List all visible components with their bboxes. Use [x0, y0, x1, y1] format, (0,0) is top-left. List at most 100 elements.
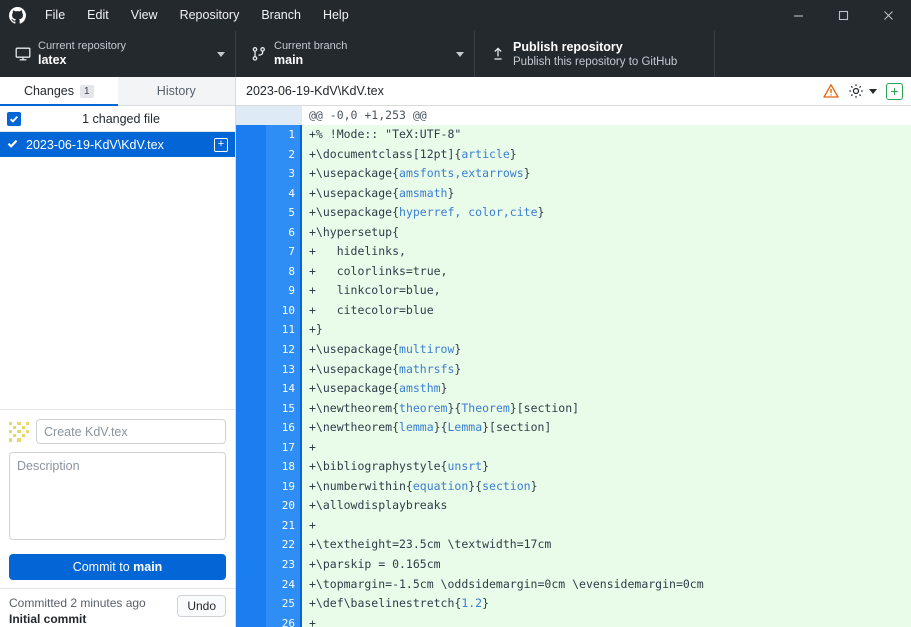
diff-line-row[interactable]: 26+ — [236, 614, 911, 627]
diff-line-row[interactable]: 19+\numberwithin{equation}{section} — [236, 477, 911, 497]
diff-line-number: 26 — [266, 614, 302, 627]
diff-header-icons: + — [823, 83, 903, 100]
sidebar: Changes 1 History 1 changed file 2023-06… — [0, 77, 236, 627]
diff-line-selection-gutter[interactable] — [236, 379, 266, 399]
diff-line-row[interactable]: 1+% !Mode:: "TeX:UTF-8" — [236, 125, 911, 145]
diff-line-selection-gutter[interactable] — [236, 360, 266, 380]
diff-line-selection-gutter[interactable] — [236, 203, 266, 223]
tab-changes[interactable]: Changes 1 — [0, 77, 118, 105]
diff-line-code: +\usepackage{hyperref, color,cite} — [302, 203, 911, 223]
select-all-checkbox[interactable] — [7, 112, 21, 126]
diff-line-row[interactable]: 12+\usepackage{multirow} — [236, 340, 911, 360]
diff-line-selection-gutter[interactable] — [236, 496, 266, 516]
undo-button[interactable]: Undo — [177, 595, 226, 617]
diff-line-row[interactable]: 7+ hidelinks, — [236, 242, 911, 262]
diff-line-selection-gutter[interactable] — [236, 535, 266, 555]
diff-line-selection-gutter[interactable] — [236, 614, 266, 627]
diff-line-row[interactable]: 13+\usepackage{mathrsfs} — [236, 360, 911, 380]
menu-item-branch[interactable]: Branch — [250, 0, 312, 31]
diff-line-row[interactable]: 14+\usepackage{amsthm} — [236, 379, 911, 399]
diff-line-selection-gutter[interactable] — [236, 301, 266, 321]
diff-line-row[interactable]: 18+\bibliographystyle{unsrt} — [236, 457, 911, 477]
diff-line-selection-gutter[interactable] — [236, 418, 266, 438]
menu-item-help[interactable]: Help — [312, 0, 360, 31]
tab-history[interactable]: History — [118, 77, 236, 105]
tab-changes-label: Changes — [24, 84, 74, 98]
diff-line-row[interactable]: 17+ — [236, 438, 911, 458]
menu-item-file[interactable]: File — [34, 0, 76, 31]
list-item[interactable]: 2023-06-19-KdV\KdV.tex + — [0, 132, 235, 157]
diff-line-selection-gutter[interactable] — [236, 262, 266, 282]
diff-line-code: + — [302, 438, 911, 458]
current-repository-button[interactable]: Current repository latex — [0, 31, 236, 77]
commit-button-prefix: Commit to — [73, 560, 133, 574]
diff-line-number: 2 — [266, 145, 302, 165]
chevron-down-icon — [217, 52, 225, 57]
commit-description-input[interactable] — [9, 452, 226, 540]
diff-line-row[interactable]: 11+} — [236, 320, 911, 340]
diff-line-code: +\usepackage{mathrsfs} — [302, 360, 911, 380]
diff-line-number: 11 — [266, 320, 302, 340]
diff-line-row[interactable]: 25+\def\baselinestretch{1.2} — [236, 594, 911, 614]
diff-line-row[interactable]: 24+\topmargin=-1.5cm \oddsidemargin=0cm … — [236, 575, 911, 595]
diff-line-selection-gutter[interactable] — [236, 242, 266, 262]
diff-line-row[interactable]: 3+\usepackage{amsfonts,extarrows} — [236, 164, 911, 184]
diff-line-selection-gutter[interactable] — [236, 594, 266, 614]
diff-line-number: 5 — [266, 203, 302, 223]
diff-line-code: + — [302, 516, 911, 536]
diff-line-row[interactable]: 10+ citecolor=blue — [236, 301, 911, 321]
changed-files-header: 1 changed file — [0, 106, 235, 132]
diff-line-selection-gutter[interactable] — [236, 125, 266, 145]
menu-item-edit[interactable]: Edit — [76, 0, 120, 31]
diff-line-selection-gutter[interactable] — [236, 164, 266, 184]
plus-box-icon[interactable]: + — [886, 83, 903, 100]
commit-summary-row — [9, 419, 226, 444]
diff-line-code: +\def\baselinestretch{1.2} — [302, 594, 911, 614]
maximize-icon[interactable] — [821, 0, 866, 31]
diff-line-row[interactable]: 2+\documentclass[12pt]{article} — [236, 145, 911, 165]
menu-item-repository[interactable]: Repository — [169, 0, 251, 31]
file-checkbox[interactable] — [7, 136, 18, 154]
warning-triangle-icon[interactable] — [823, 83, 839, 99]
diff-line-row[interactable]: 23+\parskip = 0.165cm — [236, 555, 911, 575]
commit-to-branch-button[interactable]: Commit to main — [9, 554, 226, 580]
diff-line-row[interactable]: 22+\textheight=23.5cm \textwidth=17cm — [236, 535, 911, 555]
menu-item-view[interactable]: View — [120, 0, 169, 31]
diff-line-selection-gutter[interactable] — [236, 575, 266, 595]
diff-line-row[interactable]: 5+\usepackage{hyperref, color,cite} — [236, 203, 911, 223]
last-commit-message: Initial commit — [9, 611, 169, 627]
diff-line-row[interactable]: 4+\usepackage{amsmath} — [236, 184, 911, 204]
diff-line-selection-gutter[interactable] — [236, 477, 266, 497]
diff-line-selection-gutter[interactable] — [236, 438, 266, 458]
diff-line-selection-gutter[interactable] — [236, 145, 266, 165]
diff-line-row[interactable]: 16+\newtheorem{lemma}{Lemma}[section] — [236, 418, 911, 438]
diff-line-selection-gutter[interactable] — [236, 320, 266, 340]
diff-line-row[interactable]: 15+\newtheorem{theorem}{Theorem}[section… — [236, 399, 911, 419]
diff-line-selection-gutter[interactable] — [236, 281, 266, 301]
diff-line-row[interactable]: 20+\allowdisplaybreaks — [236, 496, 911, 516]
diff-line-row[interactable]: 9+ linkcolor=blue, — [236, 281, 911, 301]
gear-icon[interactable] — [848, 83, 864, 99]
diff-line-selection-gutter[interactable] — [236, 516, 266, 536]
diff-line-selection-gutter[interactable] — [236, 555, 266, 575]
close-icon[interactable] — [866, 0, 911, 31]
diff-line-selection-gutter[interactable] — [236, 340, 266, 360]
diff-line-selection-gutter[interactable] — [236, 223, 266, 243]
publish-repository-button[interactable]: Publish repository Publish this reposito… — [475, 31, 715, 77]
hunk-header-text: @@ -0,0 +1,253 @@ — [302, 106, 427, 125]
diff-line-row[interactable]: 6+\hypersetup{ — [236, 223, 911, 243]
diff-line-row[interactable]: 8+ colorlinks=true, — [236, 262, 911, 282]
commit-summary-input[interactable] — [36, 419, 226, 444]
last-commit-info: Committed 2 minutes ago Initial commit — [9, 595, 169, 627]
diff-line-selection-gutter[interactable] — [236, 184, 266, 204]
diff-line-selection-gutter[interactable] — [236, 399, 266, 419]
current-branch-button[interactable]: Current branch main — [236, 31, 475, 77]
diff-body[interactable]: @@ -0,0 +1,253 @@ 1+% !Mode:: "TeX:UTF-8… — [236, 106, 911, 627]
diff-line-row[interactable]: 21+ — [236, 516, 911, 536]
diff-line-code: +\numberwithin{equation}{section} — [302, 477, 911, 497]
diff-line-code: +\newtheorem{theorem}{Theorem}[section] — [302, 399, 911, 419]
diff-line-selection-gutter[interactable] — [236, 457, 266, 477]
minimize-icon[interactable] — [776, 0, 821, 31]
diff-line-code: +\textheight=23.5cm \textwidth=17cm — [302, 535, 911, 555]
chevron-down-icon-diff[interactable] — [869, 89, 877, 94]
